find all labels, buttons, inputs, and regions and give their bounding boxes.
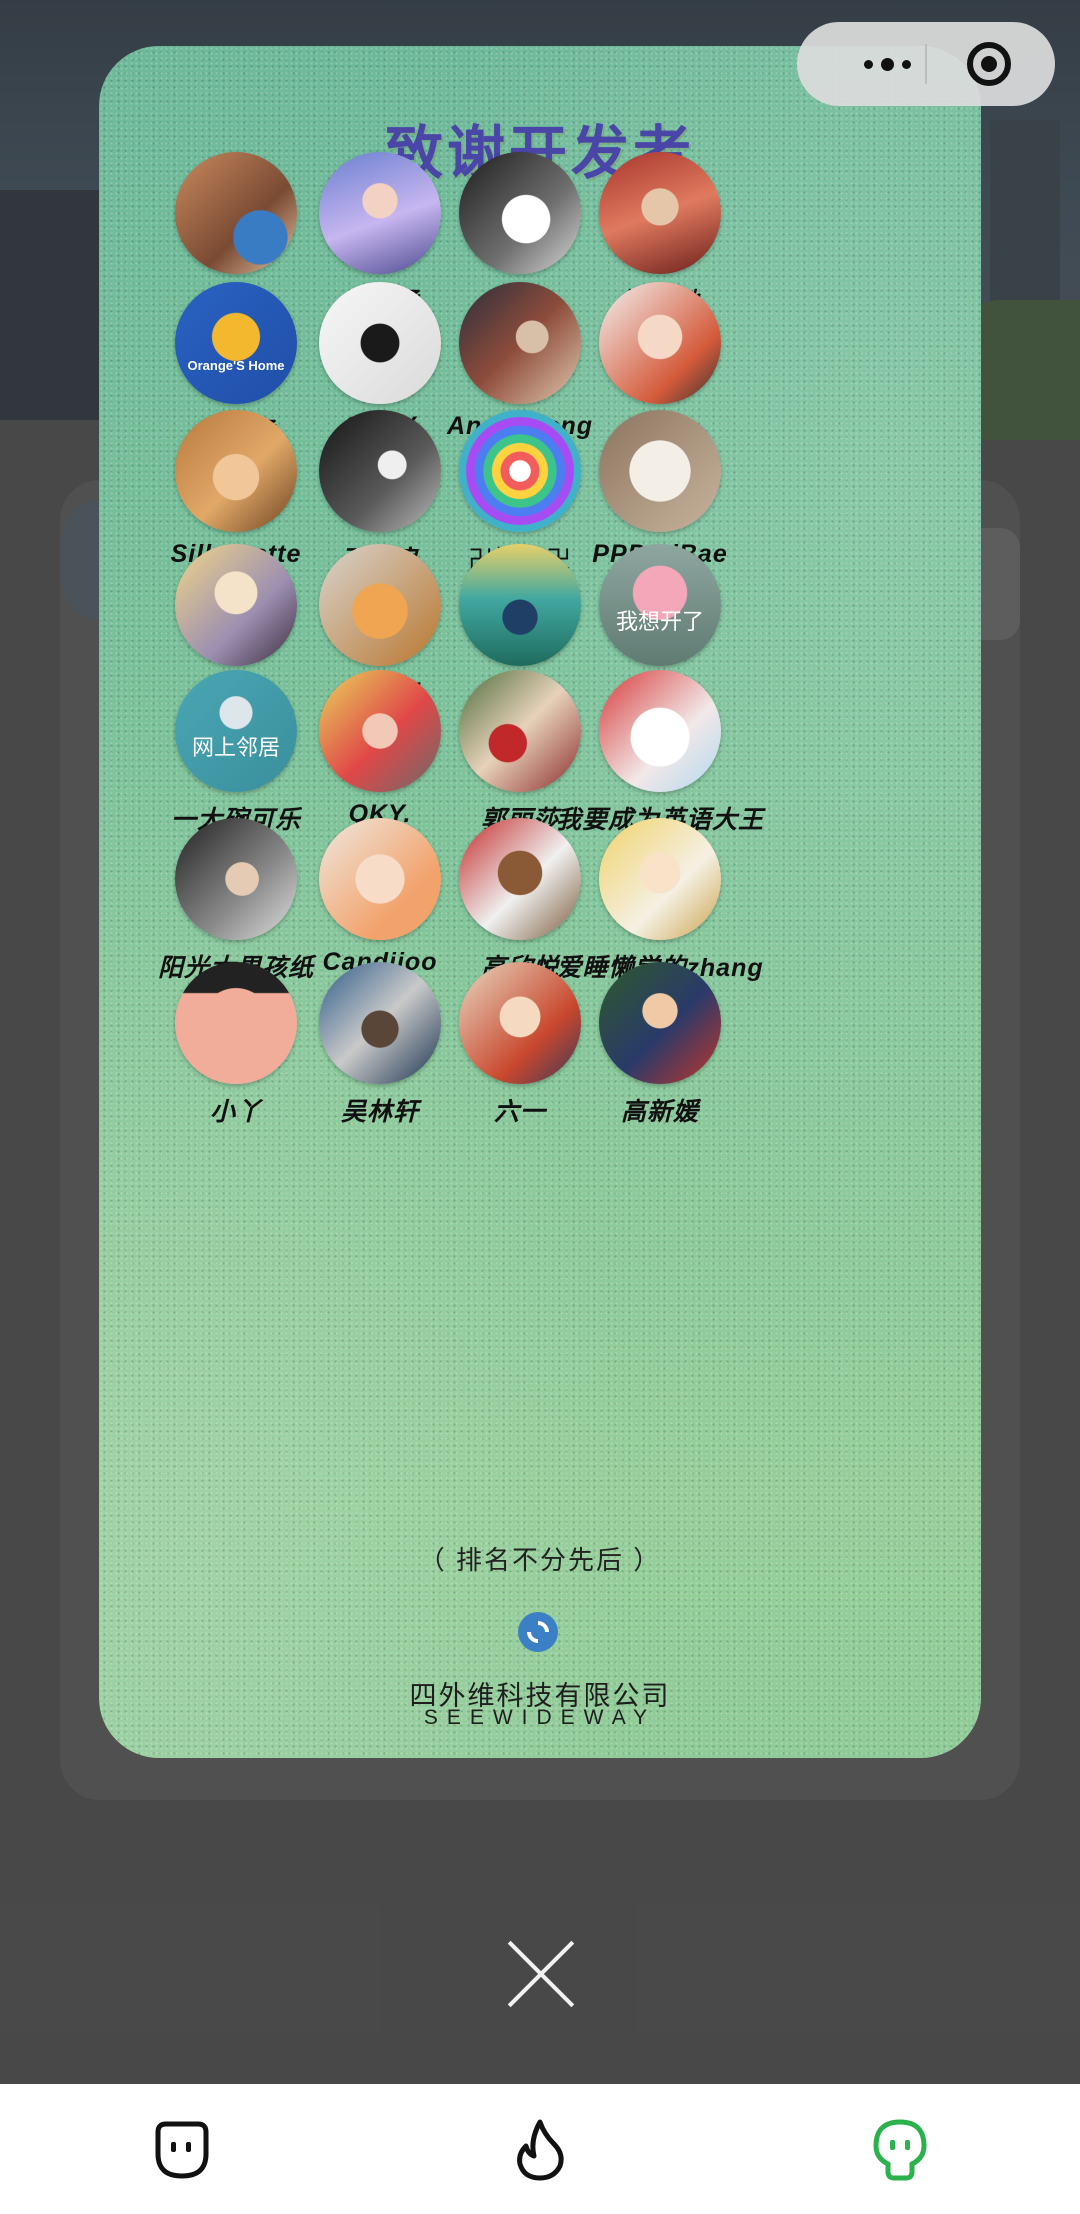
avatar-woman: [599, 962, 721, 1084]
developer-name: 高新媛: [620, 1098, 699, 1126]
face-icon: [155, 2121, 209, 2179]
avatar-girl: [599, 152, 721, 274]
ranking-note: （ 排名不分先后 ）: [418, 1545, 662, 1575]
developer-item: 爱睡懒觉的zhang: [550, 818, 770, 984]
developer-item: 我要成为英语大王: [550, 670, 770, 836]
avatar-cartoon-boy: [599, 282, 721, 404]
company-logo-icon: [518, 1612, 558, 1652]
avatar-lotus: 我想开了: [599, 544, 721, 666]
developer-item: 高新媛: [550, 962, 770, 1128]
close-icon[interactable]: [505, 1938, 577, 2010]
miniprogram-capsule: [797, 22, 1055, 106]
avatar-white-dog: [599, 410, 721, 532]
close-miniprogram-icon[interactable]: [967, 42, 1011, 86]
company-name-en: SEEWIDEWAY: [423, 1706, 657, 1729]
avatar-cartoon-face: [599, 670, 721, 792]
tab-bar: [0, 2084, 1080, 2214]
capsule-divider: [925, 44, 927, 84]
tab-face[interactable]: [150, 2118, 210, 2182]
tab-hot[interactable]: [510, 2118, 570, 2182]
flame-icon: [517, 2119, 564, 2181]
bulb-face-icon: [873, 2119, 927, 2181]
avatar-caption: 我想开了: [615, 609, 704, 634]
more-icon[interactable]: [837, 52, 937, 76]
thanks-developers-modal: 致谢开发者 赵硕周子涵白者梁新驰Orange'S Home程子涵Q.H.YAnd…: [99, 46, 981, 1758]
tab-mine[interactable]: [870, 2118, 930, 2182]
avatar-blonde-anime: [599, 818, 721, 940]
